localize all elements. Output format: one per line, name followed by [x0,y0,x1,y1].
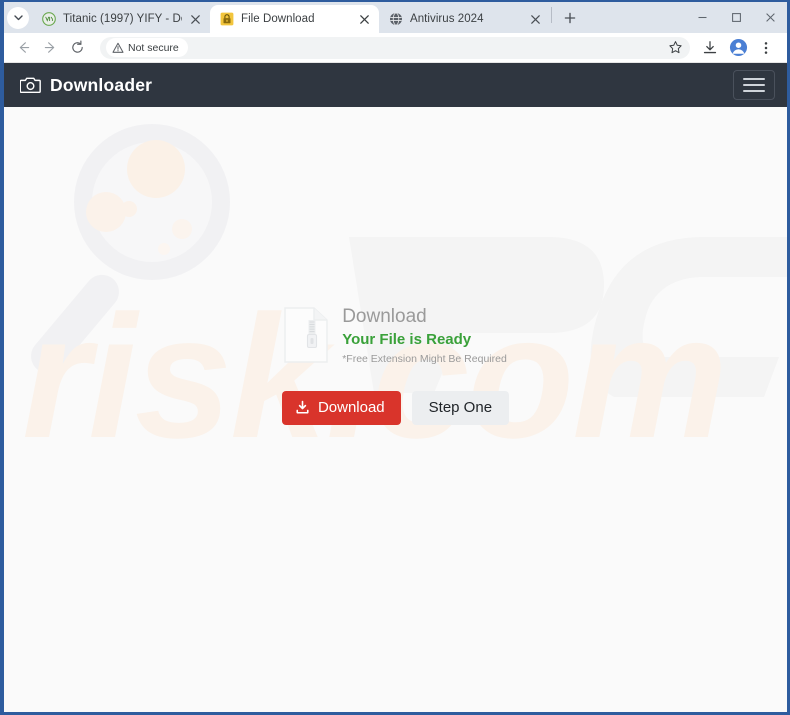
tab-close-button[interactable] [526,10,544,28]
download-panel: Download Your File is Ready *Free Extens… [4,305,787,425]
download-button[interactable]: Download [281,390,401,425]
forward-button[interactable] [37,34,64,61]
address-bar[interactable]: Not secure [100,36,690,59]
maximize-icon [731,12,741,22]
browser-menu-button[interactable] [753,35,779,61]
zip-file-document-icon [284,307,328,363]
file-ready-label: Your File is Ready [342,330,472,348]
tab-strip: Titanic (1997) YIFY - Download [4,2,787,33]
tabs-container: Titanic (1997) YIFY - Download [32,2,583,33]
camera-icon [20,77,41,94]
site-header: Downloader [4,63,787,107]
site-brand[interactable]: Downloader [20,75,152,96]
tab-file-download[interactable]: File Download [210,5,379,33]
close-icon [190,14,200,24]
close-icon [765,12,775,22]
tab-close-button[interactable] [355,10,373,28]
tab-title: Titanic (1997) YIFY - Download [63,13,182,25]
reload-button[interactable] [64,34,91,61]
reload-icon [72,40,83,53]
tab-title: Antivirus 2024 [410,13,484,25]
hamburger-bar [743,84,765,86]
action-buttons: Download Step One [281,390,510,425]
close-window-button[interactable] [753,4,787,30]
tab-antivirus[interactable]: Antivirus 2024 [379,5,550,33]
browser-window: Titanic (1997) YIFY - Download [0,0,790,715]
downloads-button[interactable] [697,35,723,61]
browser-toolbar: Not secure [4,33,787,63]
security-status-label: Not secure [128,41,179,54]
extension-note: *Free Extension Might Be Required [342,353,507,365]
yts-green-circle-icon [41,12,56,27]
tab-close-button[interactable] [186,10,204,28]
tab-title: File Download [241,13,315,25]
download-tray-icon [703,40,717,53]
browser-window-inner: Titanic (1997) YIFY - Download [4,2,787,712]
download-button-label: Download [317,399,385,417]
tab-separator [551,7,552,23]
person-avatar-icon [729,38,747,57]
three-dots-vertical-icon [764,41,768,54]
forward-arrow-icon [44,42,55,53]
site-brand-label: Downloader [50,74,153,95]
download-status-row: Download Your File is Ready *Free Extens… [284,305,507,367]
minimize-icon [698,16,706,18]
step-one-button-label: Step One [428,399,493,417]
profile-button[interactable] [725,35,751,61]
security-status-chip[interactable]: Not secure [106,38,188,57]
hamburger-bar [743,90,765,92]
site-menu-button[interactable] [733,70,775,100]
page-body: risk.com Download Your File is Ready *Fr… [4,107,787,712]
download-heading: Download [342,306,427,327]
minimize-button[interactable] [685,4,719,30]
chevron-down-icon [13,15,23,21]
web-page: Downloader risk.com Download Your File i… [4,63,787,712]
back-arrow-icon [19,42,30,53]
maximize-button[interactable] [719,4,753,30]
tab-search-button[interactable] [7,6,29,29]
bookmark-star-icon[interactable] [666,39,684,57]
back-button[interactable] [10,34,37,61]
hamburger-bar [743,78,765,80]
close-icon [530,14,540,24]
close-icon [359,14,369,24]
tab-titanic[interactable]: Titanic (1997) YIFY - Download [32,5,210,33]
download-icon [296,400,309,414]
step-one-button[interactable]: Step One [411,390,510,425]
window-controls [685,2,787,33]
new-tab-button[interactable] [557,5,583,31]
warning-triangle-icon [112,42,124,53]
tab-search-area [4,2,32,33]
plus-icon [564,12,576,24]
globe-icon [388,12,403,27]
yellow-padlock-icon [219,12,234,27]
download-status-text: Download Your File is Ready *Free Extens… [342,305,507,367]
